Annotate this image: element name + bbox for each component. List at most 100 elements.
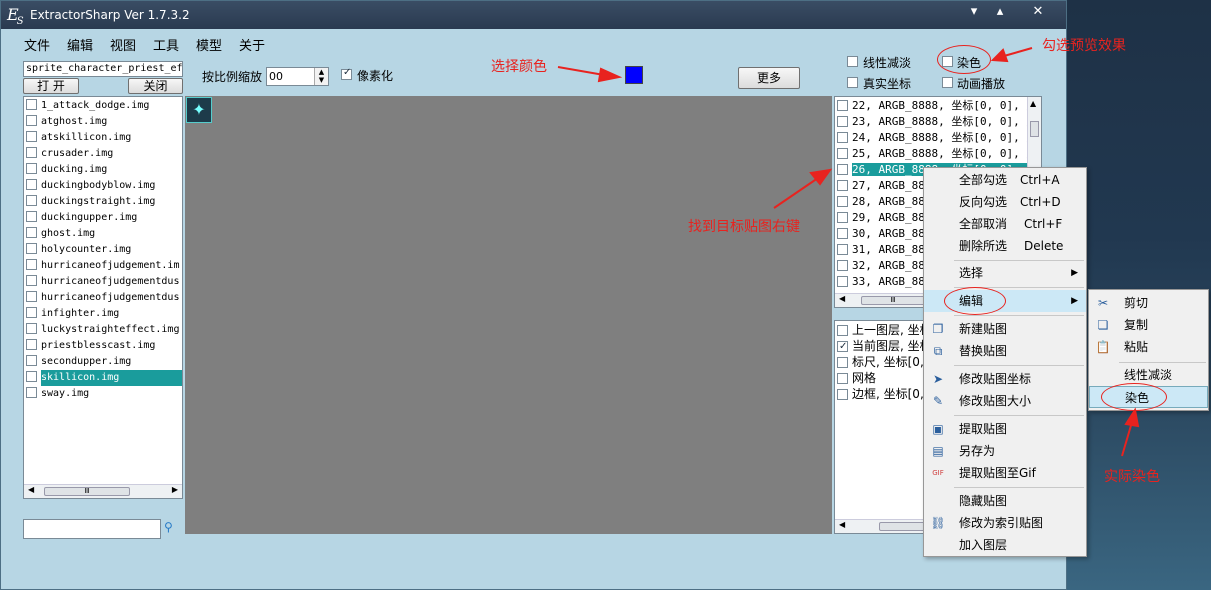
file-checkbox[interactable] — [26, 339, 37, 350]
submenu-paste[interactable]: 📋 粘贴 — [1089, 336, 1208, 358]
file-list-item[interactable]: luckystraighteffect.img — [26, 322, 182, 338]
texture-checkbox[interactable] — [837, 180, 848, 191]
texture-scroll-left-icon[interactable]: ◀ — [839, 294, 845, 303]
menu-add-layer[interactable]: 加入图层 — [924, 534, 1086, 556]
menu-replace-texture[interactable]: ⧉ 替换贴图 — [924, 340, 1086, 362]
texture-list-item[interactable]: 25, ARGB_8888, 坐标[0, 0], 宽高[ — [837, 146, 1027, 162]
scroll-up-icon[interactable]: ▲ — [1030, 99, 1036, 108]
file-list-item[interactable]: holycounter.img — [26, 242, 182, 258]
file-checkbox[interactable] — [26, 307, 37, 318]
menu-file[interactable]: 文件 — [24, 35, 50, 54]
menu-select-all[interactable]: 全部勾选 Ctrl+A — [924, 169, 1086, 191]
texture-checkbox[interactable] — [837, 244, 848, 255]
menu-delete-selected[interactable]: 删除所选 Delete — [924, 235, 1086, 257]
file-checkbox[interactable] — [26, 355, 37, 366]
search-input[interactable] — [23, 519, 161, 539]
color-swatch[interactable] — [625, 66, 643, 84]
menu-to-index-texture[interactable]: ⛓ 修改为索引贴图 — [924, 512, 1086, 534]
zoom-input[interactable]: 00 ▲ ▼ — [266, 67, 329, 86]
menu-select[interactable]: 选择 ▶ — [924, 262, 1086, 284]
texture-scroll-thumb[interactable] — [1030, 121, 1039, 137]
file-list-item[interactable]: 1_attack_dodge.img — [26, 98, 182, 114]
texture-checkbox[interactable] — [837, 196, 848, 207]
file-list-item[interactable]: duckingbodyblow.img — [26, 178, 182, 194]
file-list-item[interactable]: crusader.img — [26, 146, 182, 162]
file-checkbox[interactable] — [26, 227, 37, 238]
file-list-item[interactable]: ghost.img — [26, 226, 182, 242]
menu-modify-coords[interactable]: ➤ 修改贴图坐标 — [924, 368, 1086, 390]
menu-invert-selection[interactable]: 反向勾选 Ctrl+D — [924, 191, 1086, 213]
menu-modify-size[interactable]: ✎ 修改贴图大小 — [924, 390, 1086, 412]
file-checkbox[interactable] — [26, 211, 37, 222]
zoom-stepper[interactable]: ▲ ▼ — [314, 68, 328, 85]
texture-list-item[interactable]: 24, ARGB_8888, 坐标[0, 0], 宽高[ — [837, 130, 1027, 146]
submenu-cut[interactable]: ✂ 剪切 — [1089, 292, 1208, 314]
real-coords-checkbox[interactable] — [847, 77, 858, 88]
file-list-item[interactable]: infighter.img — [26, 306, 182, 322]
layer-checkbox[interactable] — [837, 339, 848, 354]
file-checkbox[interactable] — [26, 131, 37, 142]
menu-about[interactable]: 关于 — [239, 35, 265, 54]
texture-list-item[interactable]: 22, ARGB_8888, 坐标[0, 0], 宽高[ — [837, 98, 1027, 114]
layer-checkbox[interactable] — [837, 325, 848, 336]
file-list-item[interactable]: hurricaneofjudgementdus — [26, 274, 182, 290]
minimize-button[interactable]: ▾ — [963, 3, 985, 21]
file-checkbox[interactable] — [26, 115, 37, 126]
maximize-button[interactable]: ▴ — [989, 3, 1011, 21]
scroll-thumb[interactable]: Ⅲ — [44, 487, 130, 496]
scroll-right-icon[interactable]: ▶ — [172, 485, 178, 494]
texture-checkbox[interactable] — [837, 116, 848, 127]
file-checkbox[interactable] — [26, 163, 37, 174]
texture-checkbox[interactable] — [837, 276, 848, 287]
file-list-item[interactable]: duckingupper.img — [26, 210, 182, 226]
texture-checkbox[interactable] — [837, 228, 848, 239]
file-checkbox[interactable] — [26, 323, 37, 334]
file-checkbox[interactable] — [26, 387, 37, 398]
menu-extract-texture[interactable]: ▣ 提取贴图 — [924, 418, 1086, 440]
file-checkbox[interactable] — [26, 243, 37, 254]
file-checkbox[interactable] — [26, 179, 37, 190]
menu-edit[interactable]: 编辑 — [67, 35, 93, 54]
open-button[interactable]: 打 开 — [23, 78, 79, 94]
layer-checkbox[interactable] — [837, 357, 848, 368]
layer-scroll-left-icon[interactable]: ◀ — [839, 520, 845, 529]
file-list-item[interactable]: secondupper.img — [26, 354, 182, 370]
texture-checkbox[interactable] — [837, 212, 848, 223]
texture-checkbox[interactable] — [837, 132, 848, 143]
layer-checkbox[interactable] — [837, 373, 848, 384]
scroll-left-icon[interactable]: ◀ — [28, 485, 34, 494]
texture-checkbox[interactable] — [837, 148, 848, 159]
file-checkbox[interactable] — [26, 195, 37, 206]
file-list-item[interactable]: hurricaneofjudgement.im — [26, 258, 182, 274]
file-checkbox[interactable] — [26, 147, 37, 158]
more-button[interactable]: 更多 — [738, 67, 800, 89]
texture-list-item[interactable]: 23, ARGB_8888, 坐标[0, 0], 宽高[ — [837, 114, 1027, 130]
file-list-item[interactable]: skillicon.img — [26, 370, 182, 386]
menu-unselect-all[interactable]: 全部取消 Ctrl+F — [924, 213, 1086, 235]
texture-hscroll-thumb[interactable]: Ⅲ — [861, 296, 925, 305]
file-list-item[interactable]: atskillicon.img — [26, 130, 182, 146]
close-file-button[interactable]: 关闭 — [128, 78, 183, 94]
file-list-item[interactable]: sway.img — [26, 386, 182, 402]
menu-view[interactable]: 视图 — [110, 35, 136, 54]
file-checkbox[interactable] — [26, 275, 37, 286]
texture-checkbox[interactable] — [837, 260, 848, 271]
file-checkbox[interactable] — [26, 291, 37, 302]
file-checkbox[interactable] — [26, 259, 37, 270]
preview-canvas[interactable]: ✦ — [185, 96, 832, 534]
file-list-item[interactable]: ducking.img — [26, 162, 182, 178]
linear-fade-checkbox[interactable] — [847, 56, 858, 67]
texture-checkbox[interactable] — [837, 164, 848, 175]
menu-hide-texture[interactable]: 隐藏贴图 — [924, 490, 1086, 512]
animation-checkbox[interactable] — [942, 77, 953, 88]
file-list-item[interactable]: priestblesscast.img — [26, 338, 182, 354]
file-checkbox[interactable] — [26, 371, 37, 382]
file-list-item[interactable]: duckingstraight.img — [26, 194, 182, 210]
path-input[interactable]: sprite_character_priest_ef — [23, 61, 183, 77]
texture-checkbox[interactable] — [837, 100, 848, 111]
file-list-hscroll[interactable]: ◀ Ⅲ ▶ — [24, 484, 182, 498]
file-list-item[interactable]: hurricaneofjudgementdus — [26, 290, 182, 306]
submenu-linear-fade[interactable]: 线性减淡 — [1089, 364, 1208, 386]
file-checkbox[interactable] — [26, 99, 37, 110]
layer-hscroll-thumb[interactable] — [879, 522, 929, 531]
